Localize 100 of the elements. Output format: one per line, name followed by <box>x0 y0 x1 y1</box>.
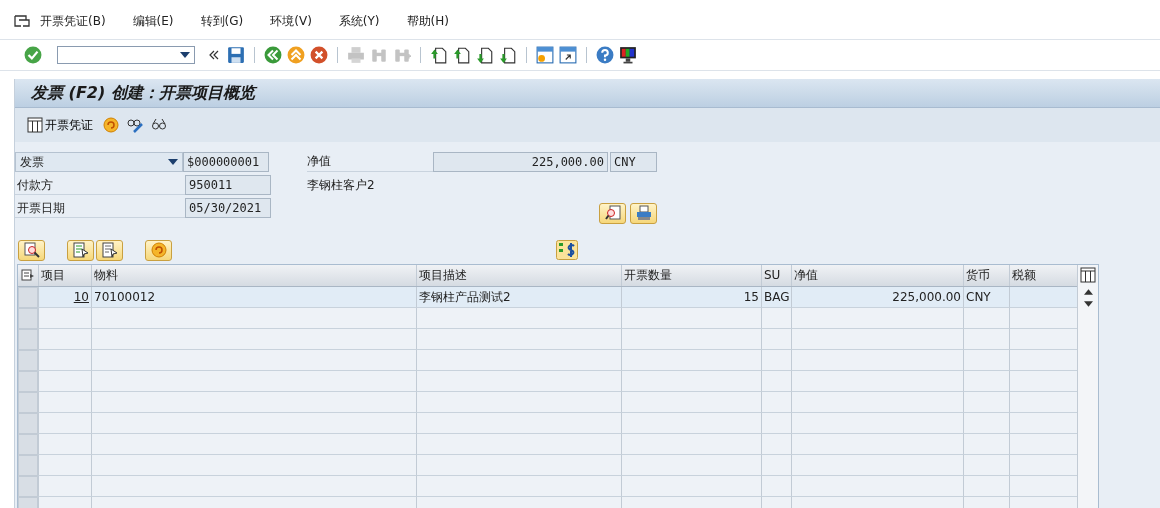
menu-item[interactable]: 转到(G) <box>200 13 244 30</box>
enter-check-icon[interactable] <box>24 46 42 64</box>
page-arrow-icon[interactable] <box>499 46 517 64</box>
select-all-button[interactable] <box>67 239 94 261</box>
back-icon[interactable] <box>264 46 282 64</box>
column-header[interactable]: 开票数量 <box>621 265 761 286</box>
table-cell <box>963 434 1009 455</box>
table-cell <box>963 329 1009 350</box>
table-cell <box>38 329 91 350</box>
table-cell <box>38 455 91 476</box>
column-header[interactable]: 项目 <box>38 265 91 286</box>
table-cell <box>761 434 791 455</box>
table-cell <box>963 455 1009 476</box>
currency-field: CNY <box>610 152 657 172</box>
column-header[interactable]: 货币 <box>963 265 1009 286</box>
help-icon[interactable] <box>596 46 614 64</box>
coin-icon[interactable] <box>103 117 119 133</box>
table-cell <box>761 329 791 350</box>
menu-item[interactable]: 帮助(H) <box>406 13 449 30</box>
page-arrow-icon[interactable] <box>476 46 494 64</box>
table-cell <box>963 308 1009 329</box>
column-header[interactable]: 净值 <box>791 265 963 286</box>
table-cell <box>38 350 91 371</box>
table-cell <box>1009 413 1077 434</box>
details-button[interactable] <box>18 239 45 261</box>
scroll-down-icon[interactable] <box>1083 301 1093 307</box>
coin-icon[interactable] <box>150 242 167 258</box>
table-cell: 15 <box>621 287 761 308</box>
table-cell <box>963 350 1009 371</box>
monitor-icon[interactable] <box>619 46 637 64</box>
cancel-icon[interactable] <box>310 46 328 64</box>
table-cell <box>761 392 791 413</box>
page-arrow-icon[interactable] <box>453 46 471 64</box>
net-value-field: 225,000.00 <box>433 152 608 172</box>
table-icon <box>27 117 43 133</box>
table-cell <box>38 476 91 497</box>
table-cell <box>963 476 1009 497</box>
column-header[interactable]: 项目描述 <box>416 265 621 286</box>
table-cell: CNY <box>963 287 1009 308</box>
menu-item[interactable]: 编辑(E) <box>132 13 174 30</box>
deselect-all-button[interactable] <box>96 239 123 261</box>
scroll-up-icon[interactable] <box>1083 289 1093 295</box>
table-cell <box>963 371 1009 392</box>
table-cell: BAG <box>761 287 791 308</box>
table-cell: 70100012 <box>91 287 416 308</box>
table-cell <box>1009 371 1077 392</box>
collapse-icon[interactable] <box>208 50 220 60</box>
column-select-icon[interactable] <box>20 267 36 283</box>
page-arrow-icon[interactable] <box>430 46 448 64</box>
table-cell <box>38 434 91 455</box>
menu-item[interactable]: 开票凭证(B) <box>40 13 106 30</box>
new-window-icon[interactable] <box>536 46 554 64</box>
document-search-icon <box>604 205 621 221</box>
table-cell <box>1009 329 1077 350</box>
column-header[interactable]: SU <box>761 265 791 286</box>
payer-name: 李钢柱客户2 <box>307 177 375 194</box>
menu-item[interactable]: 环境(V) <box>270 13 312 30</box>
system-menu-icon[interactable] <box>14 13 30 30</box>
deselect-all-icon <box>101 242 118 258</box>
glasses-icon[interactable] <box>151 117 167 133</box>
scrollbar[interactable] <box>1077 265 1098 508</box>
table-cell <box>761 476 791 497</box>
document-number-field[interactable]: $000000001 <box>183 152 269 172</box>
table-cell <box>38 371 91 392</box>
table-cell <box>761 455 791 476</box>
table-cell <box>1009 308 1077 329</box>
table-cell <box>1009 287 1077 308</box>
dropdown-icon[interactable] <box>168 159 178 165</box>
table-cell <box>1009 476 1077 497</box>
item-link[interactable]: 10 <box>73 290 89 304</box>
save-icon[interactable] <box>227 46 245 64</box>
table-cell <box>963 392 1009 413</box>
printer-icon <box>635 205 652 221</box>
pricing-button[interactable] <box>145 239 172 261</box>
table-cell <box>761 350 791 371</box>
column-header[interactable]: 物料 <box>91 265 416 286</box>
select-all-icon <box>72 242 89 258</box>
output-button[interactable] <box>630 202 657 224</box>
billing-date-field[interactable]: 05/30/2021 <box>185 198 271 218</box>
command-field[interactable] <box>57 46 195 64</box>
table-cell <box>761 371 791 392</box>
table-cell <box>761 308 791 329</box>
shortcut-icon[interactable] <box>559 46 577 64</box>
display-document-button[interactable] <box>599 202 626 224</box>
payer-field[interactable]: 950011 <box>185 175 271 195</box>
menu-item[interactable]: 系统(Y) <box>338 13 380 30</box>
dropdown-icon[interactable] <box>180 52 190 58</box>
table-cell <box>1009 434 1077 455</box>
billing-document-button[interactable]: 开票凭证 <box>25 114 95 136</box>
table-cell <box>38 392 91 413</box>
glasses-pencil-icon[interactable] <box>127 117 143 133</box>
table-cell <box>1009 392 1077 413</box>
pricing-dollar-icon[interactable] <box>556 240 578 260</box>
billing-type-dropdown[interactable]: 发票 <box>15 152 183 172</box>
table-icon <box>1080 267 1096 283</box>
table-cell <box>761 413 791 434</box>
table-cell: 李钢柱产品测试2 <box>416 287 621 308</box>
table-cell <box>963 413 1009 434</box>
table-cell <box>1009 350 1077 371</box>
table-cell <box>38 413 91 434</box>
